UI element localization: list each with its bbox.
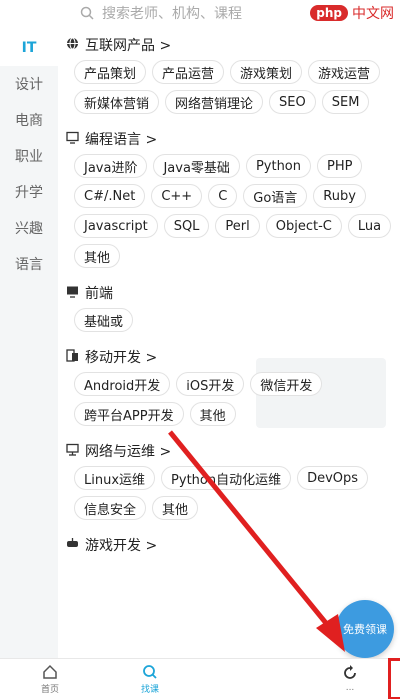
course-chip[interactable]: Java零基础 xyxy=(153,154,240,178)
course-chip[interactable]: Lua xyxy=(347,214,392,238)
chip-group: Java进阶 Java零基础 Python PHP C#/.Net C++ C Go语言 Rub… xyxy=(66,152,396,272)
course-chip[interactable]: 信息安全 xyxy=(74,496,147,520)
badge-label: 免费领课 xyxy=(343,623,387,636)
section-title: 编程语言 > xyxy=(85,132,158,148)
watermark-text: 中文网 xyxy=(352,6,394,22)
course-chip[interactable]: SQL xyxy=(163,214,210,238)
category-content: 互联网产品 > 产品策划 产品运营 游戏策划 游戏运营新媒体营销 网络营销理论 SEO SEM… xyxy=(66,32,396,566)
course-chip[interactable]: SEM xyxy=(321,90,370,114)
refresh-icon xyxy=(344,665,356,679)
course-chip[interactable]: 微信开发 xyxy=(250,372,323,396)
section-header[interactable]: 网络与运维 > xyxy=(66,438,396,464)
sidebar-item-label: 设计 xyxy=(15,77,43,93)
course-chip[interactable]: C#/.Net xyxy=(74,184,146,208)
course-chip[interactable]: 基础或 xyxy=(74,308,134,332)
search-bar[interactable]: 搜索老师、机构、课程 xyxy=(80,2,320,24)
course-chip[interactable]: Android开发 xyxy=(74,372,171,396)
category-sidebar: IT 设计 电商 职业 升学 兴趣 语言 xyxy=(0,30,58,658)
tab-label: 首页 xyxy=(40,684,59,695)
section-header[interactable]: 移动开发 > xyxy=(66,344,396,370)
category-section: 编程语言 > Java进阶 Java零基础 Python PHP C#/.Net C++ C G… xyxy=(66,126,396,272)
course-chip[interactable]: 其他 xyxy=(189,402,236,426)
chip-group: Linux运维 Python自动化运维 DevOps 信息安全 其他 xyxy=(66,464,396,524)
section-title: 互联网产品 > xyxy=(85,38,172,54)
course-chip[interactable]: Python xyxy=(245,154,311,178)
course-chip[interactable]: C xyxy=(208,184,238,208)
course-chip[interactable]: PHP xyxy=(317,154,363,178)
sidebar-item-label: 兴趣 xyxy=(15,221,43,237)
course-chip[interactable]: iOS开发 xyxy=(176,372,245,396)
sidebar-item-label: 语言 xyxy=(15,257,43,273)
course-chip[interactable]: 产品运营 xyxy=(152,60,225,84)
home-icon xyxy=(43,664,57,679)
network-icon xyxy=(66,443,79,460)
monitor-code-icon xyxy=(66,131,79,148)
mobile-dev-icon xyxy=(66,348,79,366)
course-chip[interactable]: 产品策划 xyxy=(74,60,147,84)
category-section: 移动开发 > Android开发 iOS开发 微信开发跨平台APP开发 其他 xyxy=(66,344,396,430)
section-title: 网络与运维 > xyxy=(85,444,172,460)
sidebar-item-education[interactable]: 升学 xyxy=(0,174,58,210)
game-dev-icon xyxy=(66,537,79,554)
course-chip[interactable]: 其他 xyxy=(152,496,199,520)
tab-extra[interactable] xyxy=(200,659,300,699)
course-chip[interactable]: Ruby xyxy=(313,184,366,208)
watermark-logo: php xyxy=(310,5,348,21)
tab-find-course[interactable]: 找课 xyxy=(100,659,200,699)
frontend-icon xyxy=(66,285,79,302)
category-section: 网络与运维 > Linux运维 Python自动化运维 DevOps 信息安全 其他 xyxy=(66,438,396,524)
sidebar-item-it[interactable]: IT xyxy=(0,30,58,66)
course-chip[interactable]: 游戏运营 xyxy=(308,60,381,84)
sidebar-item-hobby[interactable]: 兴趣 xyxy=(0,210,58,246)
chip-group: 基础或 xyxy=(66,306,396,336)
search-icon xyxy=(80,6,94,20)
search-placeholder: 搜索老师、机构、课程 xyxy=(102,6,242,22)
category-section: 游戏开发 > xyxy=(66,532,396,558)
course-chip[interactable]: 游戏策划 xyxy=(230,60,303,84)
course-chip[interactable]: Python自动化运维 xyxy=(161,466,292,490)
course-chip[interactable]: Linux运维 xyxy=(74,466,156,490)
course-chip[interactable]: SEO xyxy=(269,90,316,114)
sidebar-item-label: IT xyxy=(21,40,37,56)
category-section: 互联网产品 > 产品策划 产品运营 游戏策划 游戏运营新媒体营销 网络营销理论 SEO SEM xyxy=(66,32,396,118)
course-chip[interactable]: 新媒体营销 xyxy=(74,90,160,114)
tab-more[interactable]: ... xyxy=(300,658,400,699)
section-title: 移动开发 > xyxy=(85,350,158,366)
section-header[interactable]: 前端 xyxy=(66,280,396,306)
category-section: 前端基础或 xyxy=(66,280,396,336)
course-chip[interactable]: Javascript xyxy=(74,214,158,238)
section-header[interactable]: 编程语言 > xyxy=(66,126,396,152)
tab-label: ... xyxy=(345,683,355,693)
section-title: 游戏开发 > xyxy=(85,538,158,554)
course-chip[interactable]: 其他 xyxy=(74,244,121,268)
course-chip[interactable]: 跨平台APP开发 xyxy=(74,402,184,426)
section-header[interactable]: 游戏开发 > xyxy=(66,532,396,558)
sidebar-item-career[interactable]: 职业 xyxy=(0,138,58,174)
section-title: 前端 xyxy=(85,286,113,302)
course-chip[interactable]: DevOps xyxy=(297,466,369,490)
site-watermark: php 中文网 xyxy=(310,0,394,26)
bottom-tabbar: 首页 找课 ... xyxy=(0,658,400,699)
section-header[interactable]: 互联网产品 > xyxy=(66,32,396,58)
course-chip[interactable]: Perl xyxy=(215,214,260,238)
tab-label: 找课 xyxy=(140,684,159,695)
sidebar-item-ecommerce[interactable]: 电商 xyxy=(0,102,58,138)
sidebar-item-label: 职业 xyxy=(15,149,43,165)
sidebar-item-design[interactable]: 设计 xyxy=(0,66,58,102)
free-course-badge[interactable]: 免费领课 xyxy=(336,600,394,658)
search-icon xyxy=(143,664,157,679)
tab-home[interactable]: 首页 xyxy=(0,659,100,699)
course-chip[interactable]: C++ xyxy=(151,184,203,208)
course-chip[interactable]: Object-C xyxy=(265,214,342,238)
chip-group: 产品策划 产品运营 游戏策划 游戏运营新媒体营销 网络营销理论 SEO SEM xyxy=(66,58,396,118)
sidebar-item-label: 升学 xyxy=(15,185,43,201)
chip-group: Android开发 iOS开发 微信开发跨平台APP开发 其他 xyxy=(66,370,396,430)
course-chip[interactable]: Java进阶 xyxy=(74,154,148,178)
globe-icon xyxy=(66,37,79,54)
sidebar-item-language[interactable]: 语言 xyxy=(0,246,58,282)
course-chip[interactable]: 网络营销理论 xyxy=(165,90,264,114)
sidebar-item-label: 电商 xyxy=(15,113,43,129)
course-chip[interactable]: Go语言 xyxy=(243,184,308,208)
